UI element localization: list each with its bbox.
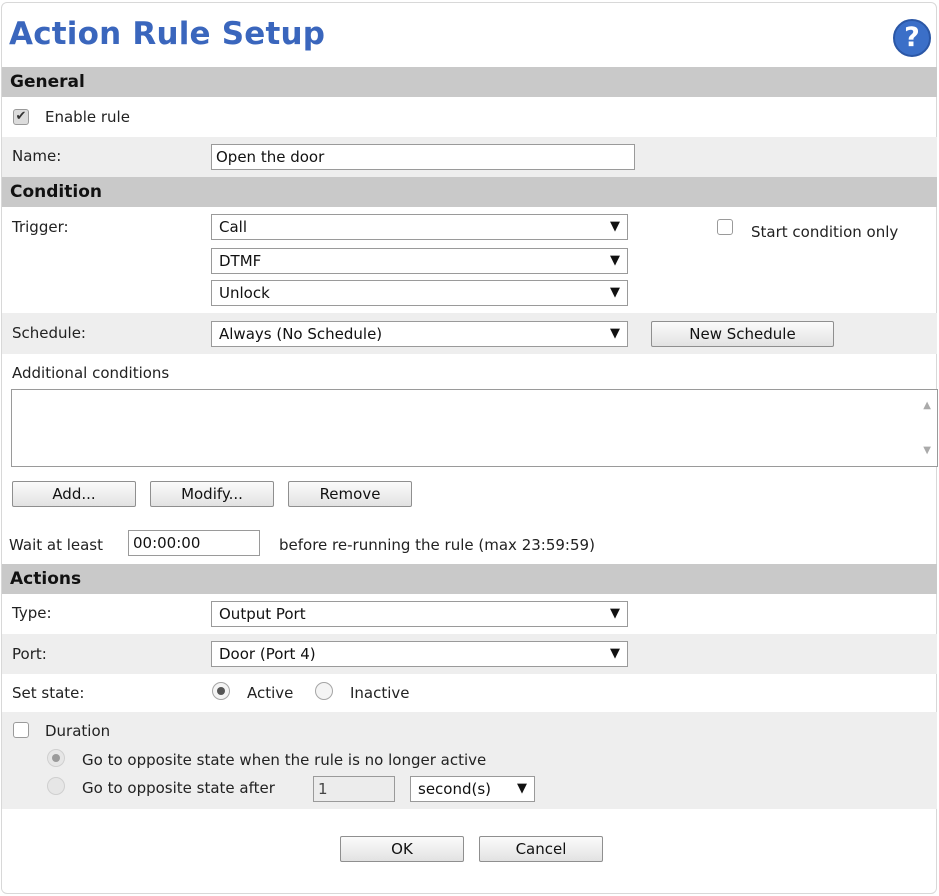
action-type-select[interactable]: Output Port ▼ (211, 601, 628, 627)
modify-condition-button[interactable]: Modify... (150, 481, 274, 507)
cancel-button[interactable]: Cancel (479, 836, 603, 862)
start-condition-only-checkbox[interactable] (717, 219, 733, 235)
help-icon[interactable]: ? (893, 19, 931, 57)
enable-rule-checkbox[interactable]: ✔ (13, 109, 29, 125)
wait-label: Wait at least (9, 536, 104, 554)
add-condition-button[interactable]: Add... (12, 481, 136, 507)
scroll-down-icon[interactable]: ▼ (923, 445, 931, 456)
opposite-after-input[interactable]: 1 (313, 776, 395, 802)
name-label: Name: (12, 147, 62, 165)
state-inactive-radio[interactable] (315, 682, 333, 700)
section-condition: Condition (2, 177, 937, 207)
trigger-select-2[interactable]: DTMF ▼ (211, 248, 628, 274)
dropdown-arrow-icon: ▼ (610, 253, 620, 268)
trigger-select-3-value: Unlock (219, 284, 270, 302)
port-label: Port: (12, 645, 47, 663)
start-condition-only-label: Start condition only (751, 223, 899, 241)
ok-button[interactable]: OK (340, 836, 464, 862)
state-active-radio[interactable] (212, 682, 230, 700)
opposite-after-label: Go to opposite state after (82, 779, 275, 797)
duration-checkbox[interactable] (13, 722, 29, 738)
trigger-select-2-value: DTMF (219, 252, 262, 270)
duration-unit-select-value: second(s) (418, 780, 492, 798)
new-schedule-button[interactable]: New Schedule (651, 321, 834, 347)
port-select[interactable]: Door (Port 4) ▼ (211, 641, 628, 667)
port-select-value: Door (Port 4) (219, 645, 316, 663)
trigger-select-3[interactable]: Unlock ▼ (211, 280, 628, 306)
additional-conditions-label: Additional conditions (12, 364, 170, 382)
enable-rule-label: Enable rule (45, 108, 130, 126)
name-input[interactable]: Open the door (211, 144, 635, 170)
additional-conditions-list[interactable]: ▲ ▼ (11, 389, 938, 467)
dropdown-arrow-icon: ▼ (610, 219, 620, 234)
schedule-select-value: Always (No Schedule) (219, 325, 383, 343)
type-label: Type: (12, 604, 52, 622)
trigger-select-1-value: Call (219, 218, 248, 236)
state-inactive-label: Inactive (350, 684, 410, 702)
trigger-select-1[interactable]: Call ▼ (211, 214, 628, 240)
page-title: Action Rule Setup (9, 16, 326, 52)
dropdown-arrow-icon: ▼ (610, 285, 620, 300)
schedule-label: Schedule: (12, 324, 86, 342)
dropdown-arrow-icon: ▼ (610, 606, 620, 621)
duration-unit-select[interactable]: second(s) ▼ (410, 776, 535, 802)
dropdown-arrow-icon: ▼ (517, 781, 527, 796)
wait-suffix-label: before re-running the rule (max 23:59:59… (279, 536, 595, 554)
section-actions: Actions (2, 564, 937, 594)
opposite-after-radio[interactable] (47, 777, 65, 795)
duration-label: Duration (45, 722, 111, 740)
trigger-label: Trigger: (12, 218, 69, 236)
scroll-up-icon[interactable]: ▲ (923, 400, 931, 411)
opposite-when-inactive-radio[interactable] (47, 749, 65, 767)
dropdown-arrow-icon: ▼ (610, 646, 620, 661)
set-state-label: Set state: (12, 684, 85, 702)
state-active-label: Active (247, 684, 294, 702)
action-type-select-value: Output Port (219, 605, 306, 623)
opposite-when-inactive-label: Go to opposite state when the rule is no… (82, 751, 487, 769)
remove-condition-button[interactable]: Remove (288, 481, 412, 507)
section-general: General (2, 67, 937, 97)
schedule-select[interactable]: Always (No Schedule) ▼ (211, 321, 628, 347)
wait-time-input[interactable]: 00:00:00 (128, 530, 260, 556)
dropdown-arrow-icon: ▼ (610, 326, 620, 341)
